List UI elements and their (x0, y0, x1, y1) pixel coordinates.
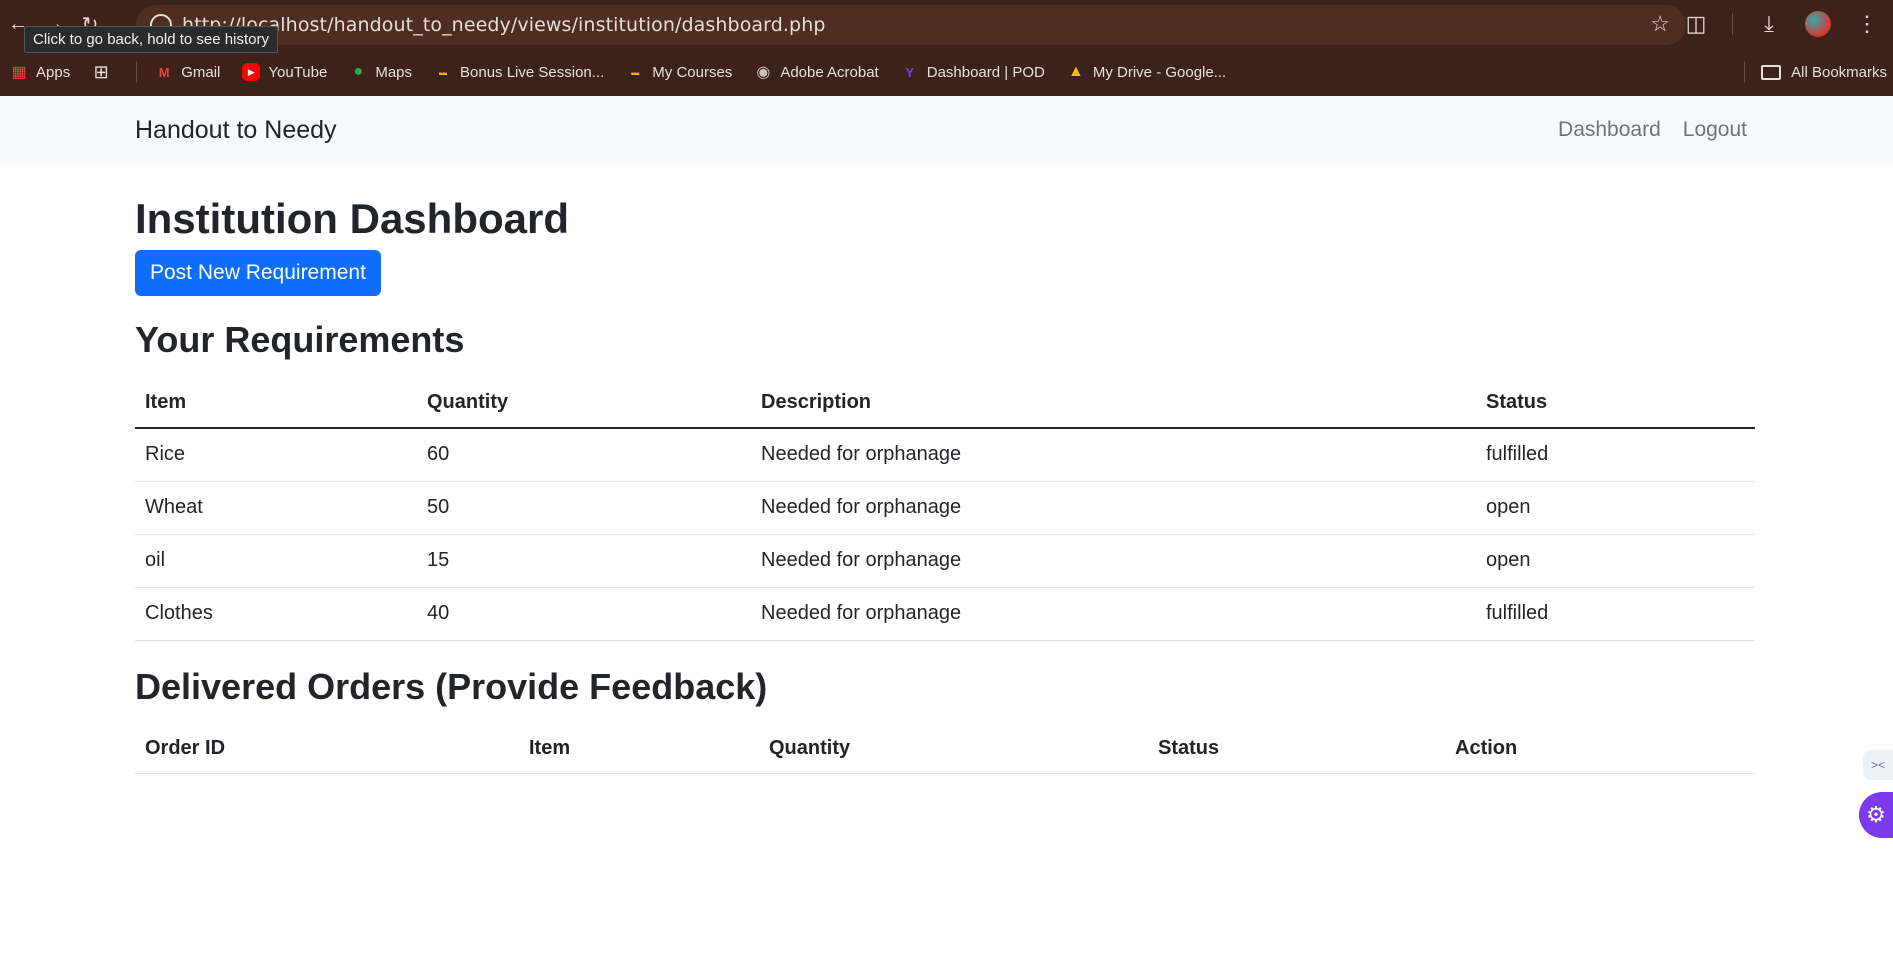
delivered-orders-table: Order ID Item Quantity Status Action (135, 725, 1755, 774)
cell-status: open (1476, 481, 1755, 535)
bookmark-bonus-live[interactable]: ▬ Bonus Live Session... (434, 63, 604, 81)
requirements-table: Item Quantity Description Status Rice 60… (135, 379, 1755, 641)
download-icon[interactable]: ⤓ (1755, 11, 1783, 37)
side-widget-code-icon[interactable]: >< (1863, 750, 1893, 780)
bookmark-my-courses[interactable]: ▬ My Courses (626, 63, 732, 81)
requirements-heading: Your Requirements (135, 319, 465, 361)
url-text[interactable]: http://localhost/handout_to_needy/views/… (182, 14, 826, 36)
drive-icon: ▲ (1067, 63, 1084, 80)
tab-groups-icon[interactable]: ⊞ (92, 61, 118, 82)
bookmark-my-drive[interactable]: ▲ My Drive - Google... (1067, 63, 1226, 81)
bookmark-star-icon[interactable]: ☆ (1650, 11, 1670, 37)
bookmark-label: Bonus Live Session... (460, 63, 605, 81)
table-row: oil 15 Needed for orphanage open (135, 534, 1755, 588)
column-header-description: Description (751, 379, 1476, 429)
cell-description: Needed for orphanage (751, 534, 1476, 588)
column-header-item: Item (519, 725, 759, 774)
table-row: Wheat 50 Needed for orphanage open (135, 481, 1755, 535)
profile-avatar[interactable] (1805, 11, 1831, 37)
bookmark-label: Dashboard | POD (926, 63, 1045, 81)
delivered-orders-heading: Delivered Orders (Provide Feedback) (135, 665, 768, 707)
cell-quantity: 15 (417, 534, 751, 588)
main-container: Institution Dashboard Post New Requireme… (135, 166, 1755, 774)
bookmarks-bar: ▦ Apps ⊞ M Gmail ▶ YouTube ● Maps ▬ Bonu… (0, 48, 1893, 96)
maps-pin-icon: ● (353, 63, 364, 80)
more-menu-icon[interactable]: ⋮ (1853, 11, 1881, 37)
bookmark-label: Apps (36, 63, 71, 81)
table-header-row: Order ID Item Quantity Status Action (135, 725, 1755, 774)
table-header-row: Item Quantity Description Status (135, 379, 1755, 429)
bookmark-label: My Drive - Google... (1092, 63, 1227, 81)
bookmark-adobe-acrobat[interactable]: ◉ Adobe Acrobat (754, 63, 879, 82)
back-button-tooltip: Click to go back, hold to see history (24, 26, 278, 53)
cell-quantity: 50 (417, 481, 751, 535)
column-header-quantity: Quantity (417, 379, 751, 429)
cell-description: Needed for orphanage (751, 481, 1476, 535)
cell-description: Needed for orphanage (751, 427, 1476, 482)
bookmark-gmail[interactable]: M Gmail (155, 63, 221, 81)
cell-item: Clothes (135, 587, 417, 641)
bookmark-apps[interactable]: ▦ Apps (10, 63, 71, 82)
cell-status: fulfilled (1476, 427, 1755, 482)
address-bar[interactable]: http://localhost/handout_to_needy/views/… (136, 5, 1686, 45)
navbar-brand[interactable]: Handout to Needy (135, 116, 337, 145)
grid-icon: ⊞ (93, 61, 109, 82)
bookmark-label: Maps (375, 63, 413, 81)
bookmark-youtube[interactable]: ▶ YouTube (242, 63, 327, 81)
cell-item: Wheat (135, 481, 417, 535)
post-new-requirement-button[interactable]: Post New Requirement (135, 250, 381, 297)
bookmark-label: My Courses (652, 63, 733, 81)
bookmark-label: YouTube (268, 63, 328, 81)
column-header-action: Action (1445, 725, 1755, 774)
bookmark-label: Adobe Acrobat (780, 63, 879, 81)
column-header-status: Status (1476, 379, 1755, 429)
column-header-item: Item (135, 379, 417, 429)
nav-link-logout[interactable]: Logout (1683, 118, 1747, 142)
cell-status: open (1476, 534, 1755, 588)
page-title: Institution Dashboard (135, 195, 569, 242)
navbar-links: Dashboard Logout (1558, 118, 1747, 142)
gmail-icon: M (158, 64, 170, 80)
all-bookmarks-button[interactable]: All Bookmarks (1761, 48, 1887, 96)
cell-quantity: 60 (417, 427, 751, 482)
nav-link-dashboard[interactable]: Dashboard (1558, 118, 1661, 142)
bookmark-maps[interactable]: ● Maps (349, 63, 412, 81)
site-navbar: Handout to Needy Dashboard Logout (0, 96, 1893, 166)
cell-quantity: 40 (417, 587, 751, 641)
cell-status: fulfilled (1476, 587, 1755, 641)
pod-icon: Y (905, 64, 915, 80)
bookmark-label: Gmail (181, 63, 221, 81)
table-row: Rice 60 Needed for orphanage fulfilled (135, 427, 1755, 482)
cell-description: Needed for orphanage (751, 587, 1476, 641)
course-icon: ▬ (631, 67, 640, 77)
toolbar-right-icons: ◫ ⤓ ⋮ (1682, 0, 1893, 48)
bookmark-divider (136, 61, 138, 83)
globe-icon: ◉ (756, 64, 771, 81)
apps-grid-icon: ▦ (11, 64, 27, 81)
folder-icon (1761, 64, 1782, 80)
cell-item: Rice (135, 427, 417, 482)
extensions-puzzle-icon[interactable]: ◫ (1682, 11, 1710, 37)
assistant-widget-icon[interactable]: ⚙ (1859, 792, 1893, 838)
youtube-icon: ▶ (242, 63, 261, 81)
all-bookmarks-label: All Bookmarks (1791, 63, 1887, 81)
cell-item: oil (135, 534, 417, 588)
toolbar-divider (1732, 13, 1733, 35)
table-row: Clothes 40 Needed for orphanage fulfille… (135, 587, 1755, 641)
bookmark-divider (1744, 61, 1745, 83)
column-header-quantity: Quantity (759, 725, 1148, 774)
course-icon: ▬ (439, 67, 448, 77)
browser-chrome: ← → ↻ http://localhost/handout_to_needy/… (0, 0, 1893, 96)
bookmark-dashboard-pod[interactable]: Y Dashboard | POD (901, 63, 1045, 81)
column-header-order-id: Order ID (135, 725, 519, 774)
column-header-status: Status (1148, 725, 1445, 774)
browser-toolbar: ← → ↻ http://localhost/handout_to_needy/… (0, 0, 1893, 48)
